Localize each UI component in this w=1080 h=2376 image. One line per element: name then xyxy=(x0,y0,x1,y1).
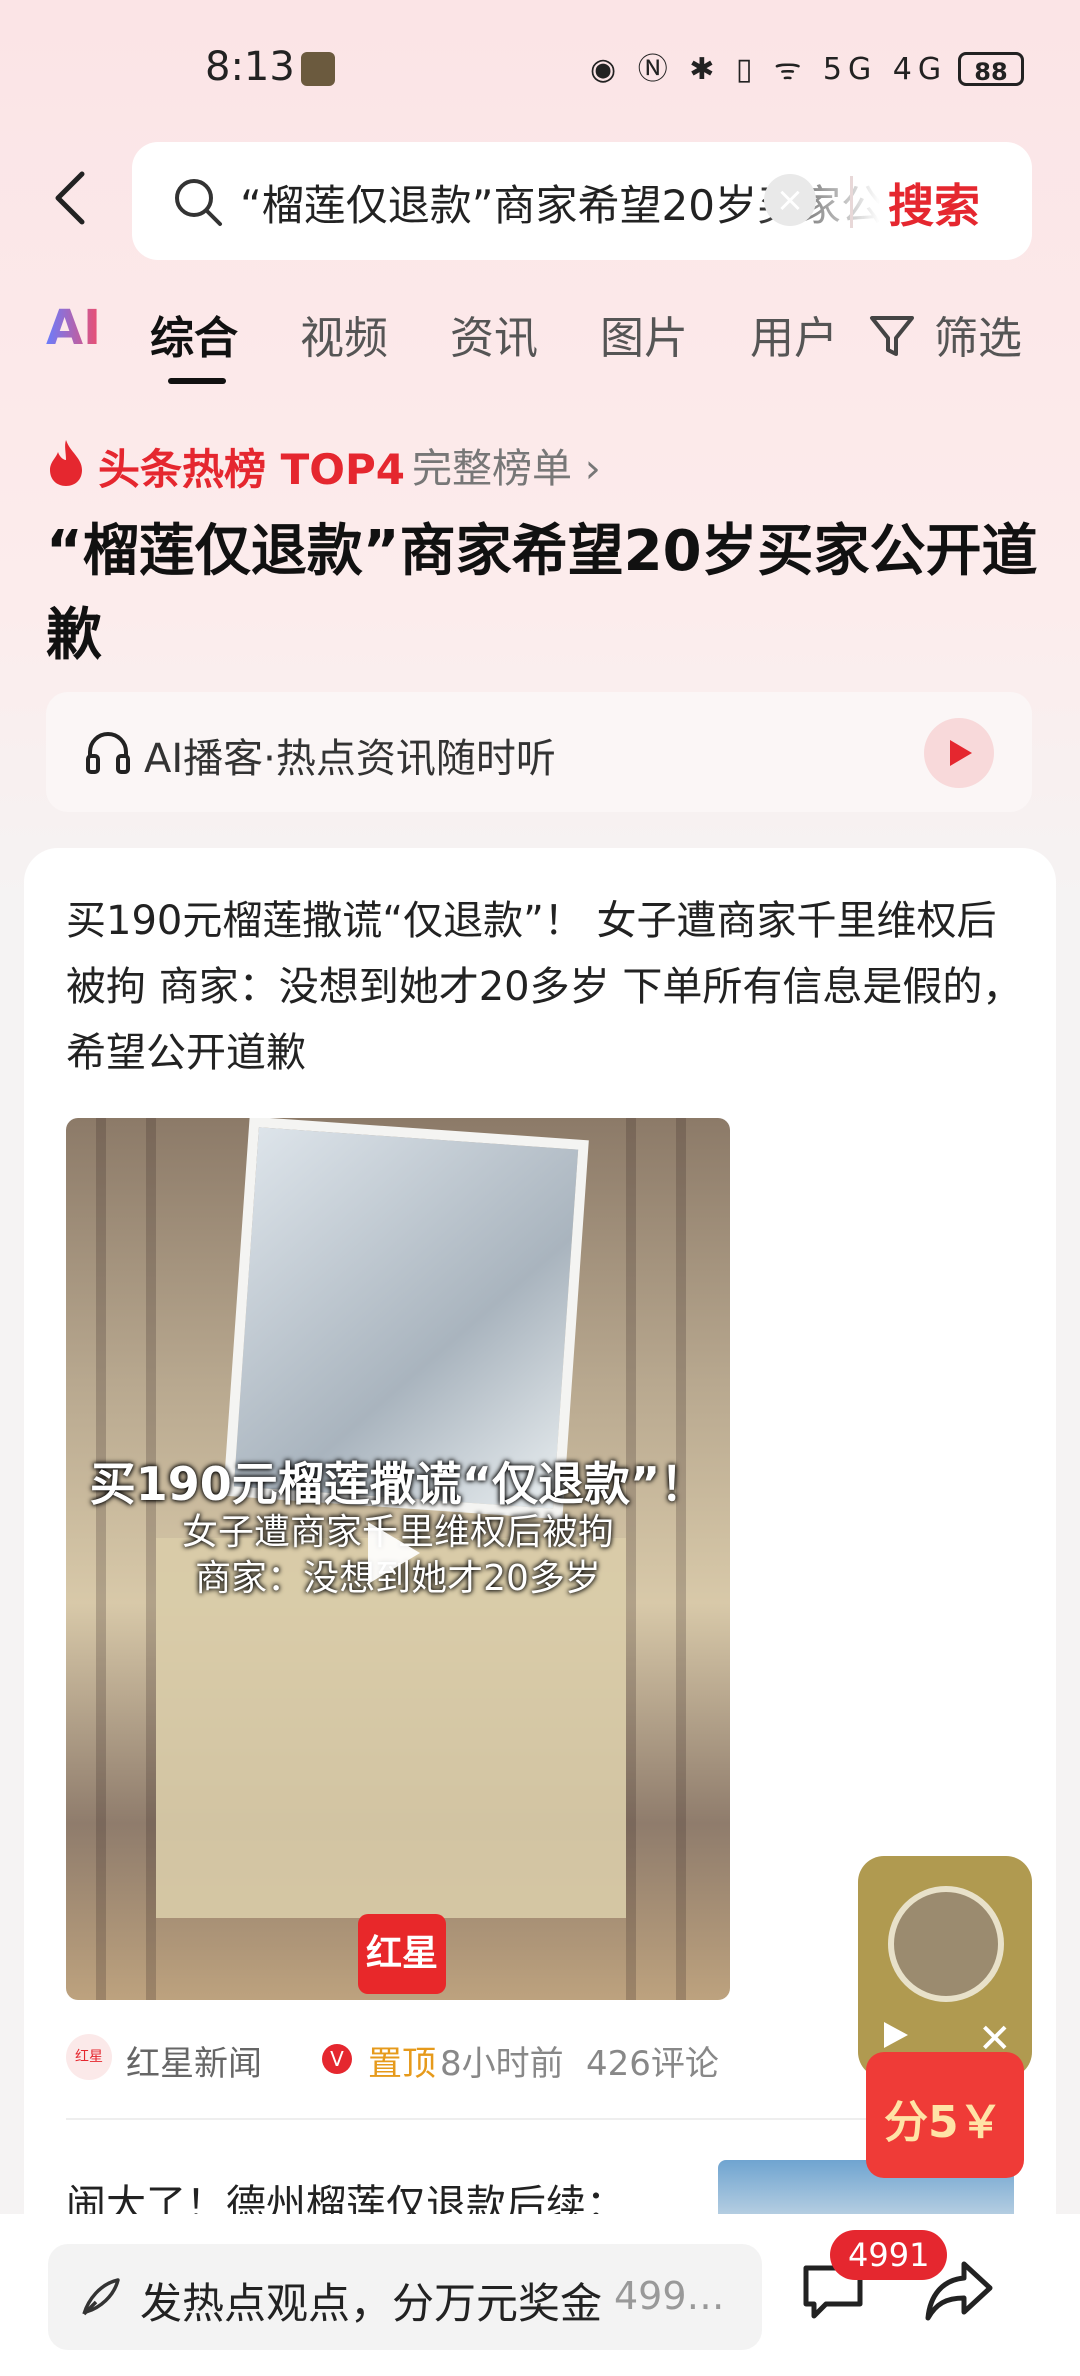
status-bar: 8:13 ◉ Ⓝ ✱ ▯ ᯤ 5G 4G 88 xyxy=(0,0,1080,140)
promo-badge[interactable]: 分5￥ xyxy=(866,2052,1024,2178)
app-shield-icon xyxy=(301,52,335,86)
filter-icon[interactable] xyxy=(868,312,916,360)
floating-thumbnail[interactable] xyxy=(888,1886,1004,2002)
article-meta: 红星 红星新闻 V 置顶 8小时前 426评论 xyxy=(66,2032,966,2088)
tab-filter[interactable]: 筛选 xyxy=(934,302,1022,366)
divider xyxy=(66,2118,886,2120)
source-logo[interactable]: 红星 xyxy=(66,2034,112,2080)
tab-bar: AI 综合 视频 资讯 图片 用户 筛选 xyxy=(0,292,1080,392)
pinned-label: 置顶 xyxy=(368,2044,436,2084)
publish-time: 8小时前 xyxy=(440,2044,564,2084)
hot-headline[interactable]: “榴莲仅退款”商家希望20岁买家公开道歉 xyxy=(46,510,1046,678)
tab-all[interactable]: 综合 xyxy=(150,302,238,366)
headphone-icon xyxy=(86,732,130,774)
tab-images[interactable]: 图片 xyxy=(600,302,688,366)
video-play-icon[interactable] xyxy=(364,1518,424,1588)
share-icon[interactable] xyxy=(924,2258,994,2324)
play-icon[interactable] xyxy=(882,2020,910,2050)
article-title[interactable]: 买190元榴莲撒谎“仅退款”！ 女子遭商家千里维权后被拘 商家：没想到她才20多… xyxy=(66,888,1026,1086)
source-name[interactable]: 红星新闻 xyxy=(126,2036,262,2085)
clear-icon[interactable]: × xyxy=(764,174,816,226)
comment-count-label[interactable]: 426评论 xyxy=(586,2036,719,2085)
network-icons: ◉ Ⓝ ✱ ▯ ᯤ 5G 4G xyxy=(590,52,948,87)
back-icon[interactable] xyxy=(44,168,104,228)
comment-prompt: 发热点观点，分万元奖金 xyxy=(140,2279,603,2328)
comment-input[interactable]: 发热点观点，分万元奖金 499… xyxy=(48,2244,762,2350)
tab-video[interactable]: 视频 xyxy=(300,302,388,366)
floating-video-player[interactable]: ✕ xyxy=(858,1856,1032,2078)
tab-ai[interactable]: AI xyxy=(46,300,101,356)
comment-count: 499… xyxy=(614,2274,725,2318)
search-icon xyxy=(175,179,222,226)
podcast-play-button[interactable] xyxy=(924,718,994,788)
pen-icon xyxy=(82,2278,120,2316)
hot-list-label: 头条热榜 TOP4 xyxy=(98,445,405,494)
ai-podcast-bar[interactable]: AI播客·热点资讯随时听 xyxy=(46,692,1032,812)
verified-badge: V xyxy=(322,2044,352,2074)
play-icon xyxy=(950,740,972,766)
podcast-label: AI播客·热点资讯随时听 xyxy=(144,736,556,782)
video-caption-main: 买190元榴莲撒谎“仅退款”！ xyxy=(89,1457,707,1511)
full-list-link[interactable]: 完整榜单 › xyxy=(412,436,601,494)
search-box[interactable]: “榴莲仅退款”商家希望20岁买家公开道歉 × 搜索 xyxy=(132,142,1032,260)
battery-icon: 88 xyxy=(958,52,1024,86)
video-thumbnail[interactable]: 买190元榴莲撒谎“仅退款”！ 女子遭商家千里维权后被拘 商家：没想到她才20多… xyxy=(66,1118,730,2000)
promo-text: 分5￥ xyxy=(884,2097,1003,2148)
bottom-bar: 发热点观点，分万元奖金 499… 4991 xyxy=(0,2214,1080,2376)
tab-users[interactable]: 用户 xyxy=(750,302,838,366)
clock: 8:13 xyxy=(205,44,295,90)
tab-news[interactable]: 资讯 xyxy=(450,302,538,366)
search-divider xyxy=(850,176,853,228)
search-button[interactable]: 搜索 xyxy=(888,170,980,236)
active-tab-indicator xyxy=(168,378,226,384)
fire-icon xyxy=(50,440,82,486)
redstar-watermark: 红星 xyxy=(358,1914,446,1994)
